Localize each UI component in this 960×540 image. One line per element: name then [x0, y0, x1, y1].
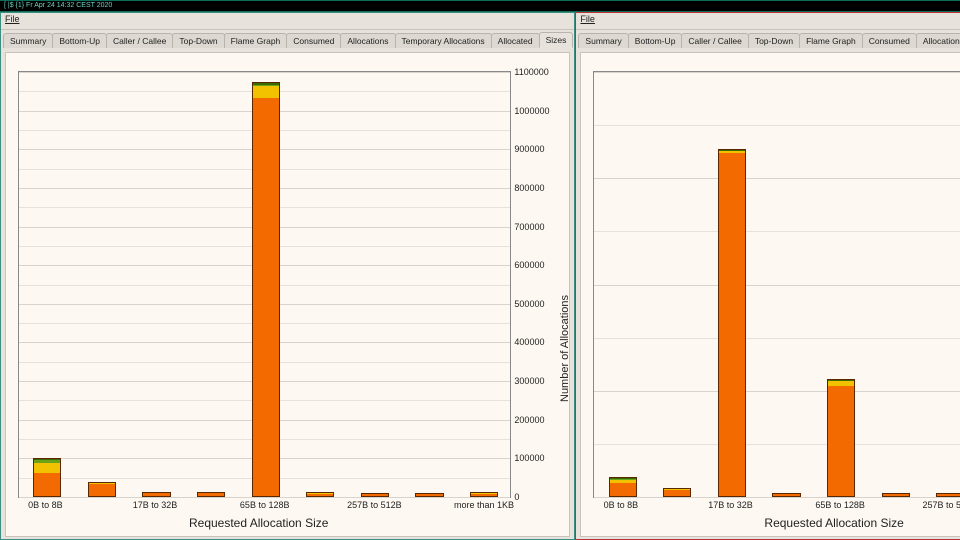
x-tick: 65B to 128B	[815, 500, 865, 510]
tab-sizes[interactable]: Sizes	[539, 32, 574, 48]
x-tick: 0B to 8B	[28, 500, 63, 510]
chart-area: 0 100000 200000 300000 400000 500000 600000 700…	[5, 52, 570, 537]
bar	[827, 379, 855, 497]
menu-file[interactable]: File	[5, 14, 20, 24]
tab-allocations[interactable]: Allocations	[916, 33, 960, 48]
tab-flame-graph[interactable]: Flame Graph	[224, 33, 288, 48]
y-tick: 300000	[514, 376, 560, 386]
x-tick: 17B to 32B	[708, 500, 753, 510]
bar	[718, 149, 746, 497]
x-tick: 257B to 512B	[347, 500, 402, 510]
x-tick: 17B to 32B	[133, 500, 178, 510]
y-tick: 0	[514, 492, 560, 502]
tab-flame-graph[interactable]: Flame Graph	[799, 33, 863, 48]
tab-bottom-up[interactable]: Bottom-Up	[628, 33, 683, 48]
bar	[361, 493, 389, 497]
menu-file[interactable]: File	[580, 14, 595, 24]
menu-bar[interactable]: File	[576, 13, 960, 30]
y-tick: 1000000	[514, 106, 560, 116]
tab-caller-callee[interactable]: Caller / Callee	[106, 33, 173, 48]
bar	[470, 492, 498, 497]
y-tick: 900000	[514, 144, 560, 154]
bar	[306, 492, 334, 497]
bar	[142, 492, 170, 497]
pane-right: File SummaryBottom-UpCaller / CalleeTop-…	[575, 12, 960, 540]
tab-consumed[interactable]: Consumed	[286, 33, 341, 48]
x-tick: 65B to 128B	[240, 500, 290, 510]
menu-bar[interactable]: File	[1, 13, 574, 30]
bar	[252, 82, 280, 497]
tab-top-down[interactable]: Top-Down	[172, 33, 224, 48]
x-tick: 257B to 512B	[923, 500, 960, 510]
x-axis-label: Requested Allocation Size	[581, 516, 960, 530]
tab-temporary-allocations[interactable]: Temporary Allocations	[395, 33, 492, 48]
bar	[936, 493, 960, 497]
x-axis-label: Requested Allocation Size	[6, 516, 511, 530]
y-tick: 600000	[514, 260, 560, 270]
bar	[88, 482, 116, 497]
y-tick: 800000	[514, 183, 560, 193]
tab-consumed[interactable]: Consumed	[862, 33, 917, 48]
y-tick: 500000	[514, 299, 560, 309]
tab-allocated[interactable]: Allocated	[491, 33, 540, 48]
bar	[772, 493, 800, 497]
tab-bar: SummaryBottom-UpCaller / CalleeTop-DownF…	[576, 30, 960, 48]
y-tick: 700000	[514, 222, 560, 232]
bar	[882, 493, 910, 497]
pane-left: File SummaryBottom-UpCaller / CalleeTop-…	[0, 12, 575, 540]
y-tick: 100000	[514, 453, 560, 463]
bar	[663, 488, 691, 497]
tab-allocations[interactable]: Allocations	[340, 33, 395, 48]
chart-area: 01000000200000030000004000000 0B to 8B17…	[580, 52, 960, 537]
bar	[197, 492, 225, 497]
bar	[609, 477, 637, 497]
tab-bottom-up[interactable]: Bottom-Up	[52, 33, 107, 48]
y-tick: 400000	[514, 337, 560, 347]
tab-summary[interactable]: Summary	[578, 33, 628, 48]
tab-bar: SummaryBottom-UpCaller / CalleeTop-DownF…	[1, 30, 574, 48]
x-tick: more than 1KB	[454, 500, 514, 510]
y-axis-label: Number of Allocations	[559, 295, 571, 402]
x-tick: 0B to 8B	[604, 500, 639, 510]
desktop-topbar: [ |$ {1} Fr Apr 24 14:32 CEST 2020	[0, 0, 960, 12]
tab-caller-callee[interactable]: Caller / Callee	[681, 33, 748, 48]
bar	[33, 458, 61, 497]
y-tick: 200000	[514, 415, 560, 425]
tab-top-down[interactable]: Top-Down	[748, 33, 800, 48]
bar	[415, 493, 443, 497]
tab-summary[interactable]: Summary	[3, 33, 53, 48]
panes: File SummaryBottom-UpCaller / CalleeTop-…	[0, 12, 960, 540]
y-tick: 1100000	[514, 67, 560, 77]
